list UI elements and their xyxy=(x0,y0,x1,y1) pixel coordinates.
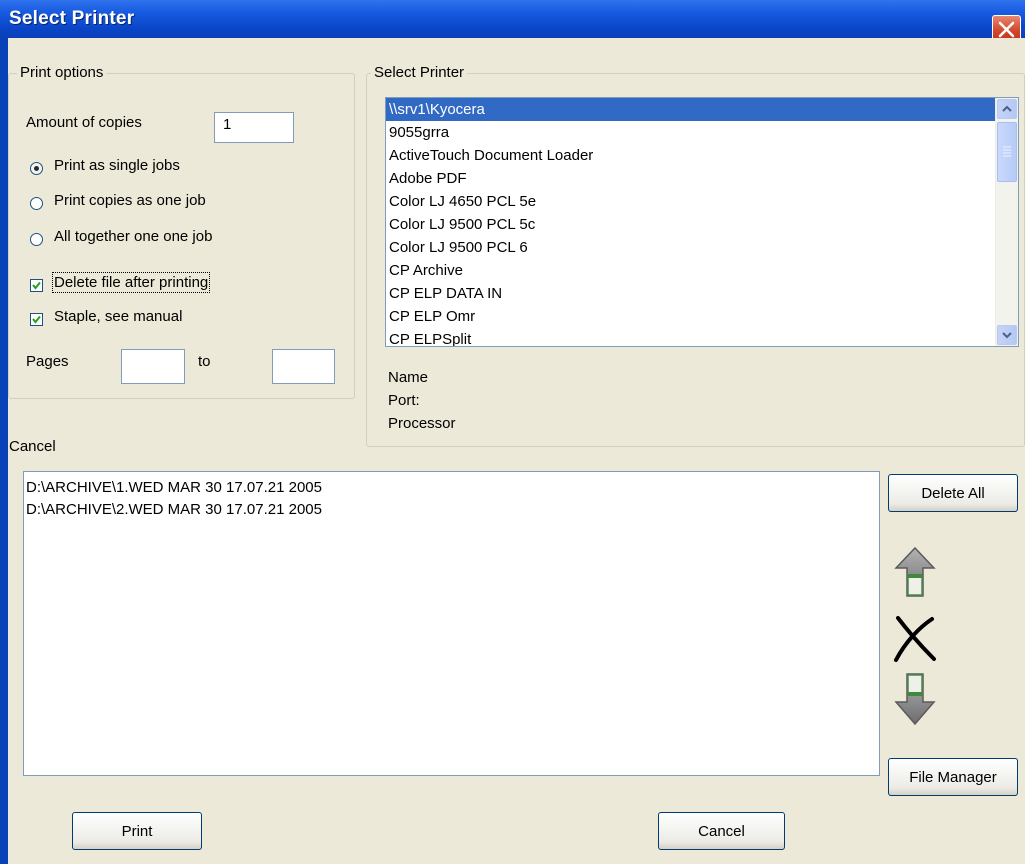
printer-processor-label: Processor xyxy=(388,415,456,432)
cancel-section-label: Cancel xyxy=(9,438,56,455)
job-list-item[interactable]: D:\ARCHIVE\1.WED MAR 30 17.07.21 2005 xyxy=(24,477,879,499)
printer-list-item[interactable]: \\srv1\Kyocera xyxy=(386,98,1018,121)
staple-checkbox[interactable] xyxy=(30,313,43,326)
printer-list-item[interactable]: Color LJ 4650 PCL 5e xyxy=(386,190,1018,213)
job-listbox[interactable]: D:\ARCHIVE\1.WED MAR 30 17.07.21 2005 D:\… xyxy=(23,471,880,776)
move-up-button[interactable] xyxy=(892,544,938,602)
move-down-button[interactable] xyxy=(892,670,938,728)
scroll-thumb[interactable] xyxy=(997,122,1017,182)
file-manager-button[interactable]: File Manager xyxy=(888,758,1018,796)
radio-single-jobs[interactable] xyxy=(30,162,43,175)
arrow-up-icon xyxy=(894,546,936,597)
remove-job-button[interactable] xyxy=(892,613,938,663)
scroll-down-button[interactable] xyxy=(997,325,1017,345)
x-delete-icon xyxy=(894,616,936,662)
printer-listbox[interactable]: \\srv1\Kyocera 9055grra ActiveTouch Docume… xyxy=(385,97,1019,347)
arrow-down-icon xyxy=(894,673,936,726)
delete-all-button[interactable]: Delete All xyxy=(888,474,1018,512)
chevron-up-icon xyxy=(1002,105,1012,112)
pages-to-label: to xyxy=(198,353,211,370)
printer-list-item[interactable]: Adobe PDF xyxy=(386,167,1018,190)
printer-name-label: Name xyxy=(388,369,429,386)
radio-all-together[interactable] xyxy=(30,233,43,246)
printer-list-item[interactable]: CP Archive xyxy=(386,259,1018,282)
delete-after-printing-label: Delete file after printing xyxy=(51,272,211,293)
printer-list-item[interactable]: 9055grra xyxy=(386,121,1018,144)
printer-list-item[interactable]: CP ELPSplit xyxy=(386,328,1018,346)
radio-copies-one-job-label: Print copies as one job xyxy=(54,192,206,209)
radio-copies-one-job[interactable] xyxy=(30,197,43,210)
printer-list-item[interactable]: Color LJ 9500 PCL 5c xyxy=(386,213,1018,236)
dialog-client-area: Print options Amount of copies 1 Print a… xyxy=(8,38,1025,864)
printer-list-scrollbar[interactable] xyxy=(995,98,1018,346)
job-list: D:\ARCHIVE\1.WED MAR 30 17.07.21 2005 D:\… xyxy=(24,472,879,521)
printer-port-label: Port: xyxy=(388,392,420,409)
printer-list-item[interactable]: ActiveTouch Document Loader xyxy=(386,144,1018,167)
close-icon xyxy=(998,21,1015,38)
printer-list-item[interactable]: CP ELP Omr xyxy=(386,305,1018,328)
printer-list-item[interactable]: Color LJ 9500 PCL 6 xyxy=(386,236,1018,259)
title-bar[interactable]: Select Printer xyxy=(0,0,1025,44)
copies-input[interactable]: 1 xyxy=(214,112,294,143)
job-list-item[interactable]: D:\ARCHIVE\2.WED MAR 30 17.07.21 2005 xyxy=(24,499,879,521)
delete-after-printing-checkbox[interactable] xyxy=(30,279,43,292)
copies-label: Amount of copies xyxy=(26,114,142,131)
checkmark-icon xyxy=(32,281,41,290)
print-button[interactable]: Print xyxy=(72,812,202,850)
checkmark-icon xyxy=(32,315,41,324)
scroll-up-button[interactable] xyxy=(997,99,1017,119)
chevron-down-icon xyxy=(1002,332,1012,339)
pages-from-input[interactable] xyxy=(121,349,185,384)
radio-single-jobs-label: Print as single jobs xyxy=(54,157,180,174)
printer-list-item[interactable]: CP ELP DATA IN xyxy=(386,282,1018,305)
pages-label: Pages xyxy=(26,353,69,370)
radio-all-together-label: All together one one job xyxy=(54,228,213,245)
cancel-button[interactable]: Cancel xyxy=(658,812,785,850)
pages-to-input[interactable] xyxy=(272,349,335,384)
select-printer-window: Select Printer Print options Amount of c… xyxy=(0,0,1025,864)
window-title: Select Printer xyxy=(9,8,135,29)
print-options-title: Print options xyxy=(17,64,107,81)
staple-label: Staple, see manual xyxy=(54,308,183,325)
grip-icon xyxy=(1003,146,1011,157)
select-printer-title: Select Printer xyxy=(371,64,468,81)
printer-list: \\srv1\Kyocera 9055grra ActiveTouch Docume… xyxy=(386,98,1018,346)
